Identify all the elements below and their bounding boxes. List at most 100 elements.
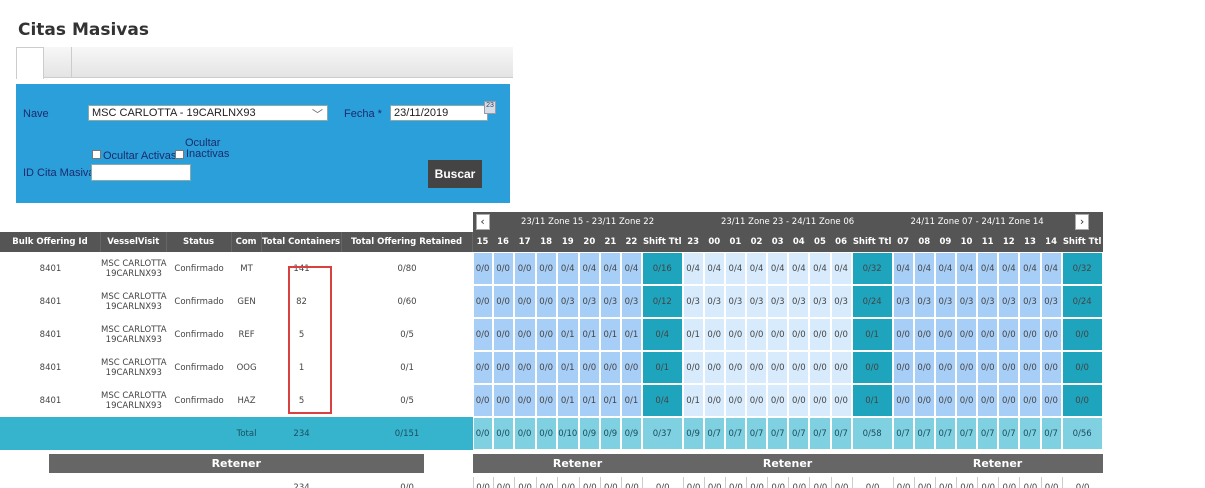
vessel-code: 19CARLNX93 bbox=[105, 334, 162, 345]
ocultar-inactivas-label-2: Inactivas bbox=[186, 148, 230, 160]
slot-cell: 0/1 bbox=[578, 318, 600, 351]
retener-button-shift2[interactable]: Retener bbox=[682, 454, 893, 473]
slot-cell: 0/3 bbox=[1019, 285, 1041, 318]
page-title: Citas Masivas bbox=[18, 20, 149, 40]
bulk-offering-id: 8401 bbox=[39, 362, 62, 373]
slot-cell: 0/0 bbox=[977, 351, 999, 384]
slot-cell: 0/3 bbox=[977, 285, 999, 318]
total-slot-cell: 0/7 bbox=[955, 417, 978, 450]
slot-cell: 0/4 bbox=[830, 252, 852, 285]
retener-button-main[interactable]: Retener bbox=[48, 454, 424, 473]
slot-cell: 0/3 bbox=[1040, 285, 1062, 318]
slot-cell: 0/0 bbox=[809, 384, 831, 417]
slot-header: 21 bbox=[599, 232, 621, 252]
slot-cell: 0/1 bbox=[556, 351, 579, 384]
total-slot-cell: 0/0 bbox=[535, 417, 557, 450]
slot-cell: 0/0 bbox=[998, 318, 1020, 351]
total-slot-cell: 0/10 bbox=[556, 417, 579, 450]
column-header: Bulk Offering Id bbox=[0, 232, 101, 252]
retener-button-shift3-cell: Retener bbox=[892, 450, 1103, 477]
slot-header: Shift Ttl bbox=[1061, 232, 1103, 252]
slot-cell: 0/0 bbox=[809, 351, 831, 384]
summary-total: 234 bbox=[293, 483, 310, 488]
slot-cell: 0/4 bbox=[955, 252, 978, 285]
slot-cell: 0/16 bbox=[641, 252, 683, 285]
id-cita-label: ID Cita Masiva bbox=[23, 167, 95, 179]
total-slot-cell: 0/7 bbox=[830, 417, 852, 450]
total-slot-cell: 0/7 bbox=[1040, 417, 1062, 450]
summary-slot-cell: 0/0 bbox=[641, 477, 683, 488]
slot-cell: 0/4 bbox=[578, 252, 600, 285]
ocultar-activas-checkbox[interactable] bbox=[92, 150, 101, 159]
slot-cell: 0/0 bbox=[1019, 318, 1041, 351]
total-slot-cell: 0/7 bbox=[913, 417, 935, 450]
page: Citas Masivas Nave MSC CARLOTTA - 19CARL… bbox=[0, 0, 1205, 488]
table-row[interactable]: 8401 MSC CARLOTTA 19CARLNX93 Confirmado HAZ 5… bbox=[0, 384, 1103, 417]
tab-secondary[interactable] bbox=[71, 47, 91, 78]
column-header: Total Containers bbox=[261, 232, 342, 252]
slot-cell: 0/3 bbox=[745, 285, 768, 318]
total-slot-cell: 0/0 bbox=[472, 417, 493, 450]
slot-header: 14 bbox=[1040, 232, 1062, 252]
slot-cell: 0/0 bbox=[767, 351, 789, 384]
table-row[interactable]: 8401 MSC CARLOTTA 19CARLNX93 Confirmado REF 5… bbox=[0, 318, 1103, 351]
slot-cell: 0/0 bbox=[830, 318, 852, 351]
slot-header: 19 bbox=[556, 232, 579, 252]
retener-button-shift3[interactable]: Retener bbox=[892, 454, 1103, 473]
slot-cell: 0/0 bbox=[724, 384, 746, 417]
fecha-input[interactable]: 23/11/2019 bbox=[390, 105, 488, 121]
chevron-left-icon[interactable]: ‹ bbox=[475, 214, 490, 230]
vessel-visit: MSC CARLOTTA 19CARLNX93 bbox=[101, 384, 167, 417]
table-row[interactable]: 8401 MSC CARLOTTA 19CARLNX93 Confirmado MT 14… bbox=[0, 252, 1103, 285]
total-slot-cell: 0/7 bbox=[745, 417, 768, 450]
summary-slot-cell: 0/0 bbox=[1040, 477, 1062, 488]
table-row[interactable]: 8401 MSC CARLOTTA 19CARLNX93 Confirmado OOG 1… bbox=[0, 351, 1103, 384]
slot-cell: 0/3 bbox=[556, 285, 579, 318]
slot-cell: 0/0 bbox=[955, 351, 978, 384]
slot-cell: 0/4 bbox=[620, 252, 642, 285]
slot-cell: 0/0 bbox=[472, 285, 493, 318]
slot-cell: 0/0 bbox=[513, 252, 536, 285]
vessel-name: MSC CARLOTTA bbox=[101, 324, 167, 335]
slot-cell: 0/0 bbox=[745, 351, 768, 384]
chevron-right-icon[interactable]: › bbox=[1075, 214, 1090, 230]
summary-slot-cell: 0/0 bbox=[767, 477, 788, 488]
slot-cell: 0/4 bbox=[641, 384, 683, 417]
slot-cell: 0/0 bbox=[934, 384, 956, 417]
id-cita-input[interactable] bbox=[91, 164, 191, 181]
calendar-icon[interactable]: 23 bbox=[484, 101, 496, 114]
total-slot-cell: 0/7 bbox=[809, 417, 831, 450]
totals-retained: 0/151 bbox=[341, 417, 473, 450]
slot-cell: 0/0 bbox=[1040, 351, 1062, 384]
table-row[interactable]: 8401 MSC CARLOTTA 19CARLNX93 Confirmado GEN 8… bbox=[0, 285, 1103, 318]
slot-header: 08 bbox=[913, 232, 935, 252]
slot-cell: 0/0 bbox=[767, 384, 789, 417]
slot-cell: 0/4 bbox=[682, 252, 704, 285]
vessel-name: MSC CARLOTTA bbox=[101, 390, 167, 401]
slot-cell: 0/4 bbox=[809, 252, 831, 285]
slot-cell: 0/4 bbox=[788, 252, 810, 285]
nave-select[interactable]: MSC CARLOTTA - 19CARLNX93 ﹀ bbox=[88, 105, 328, 121]
slot-cell: 0/4 bbox=[767, 252, 789, 285]
total-slot-cell: 0/7 bbox=[703, 417, 725, 450]
slot-cell: 0/1 bbox=[556, 384, 579, 417]
slot-cell: 0/0 bbox=[934, 351, 956, 384]
slot-cell: 0/0 bbox=[1061, 384, 1103, 417]
total-slot-cell: 0/7 bbox=[788, 417, 810, 450]
slot-cell: 0/0 bbox=[472, 384, 493, 417]
total-slot-cell: 0/9 bbox=[599, 417, 621, 450]
commodity: MT bbox=[240, 263, 253, 274]
summary-slot-cell: 0/0 bbox=[1061, 477, 1103, 488]
slot-cell: 0/0 bbox=[851, 351, 893, 384]
total-slot-cell: 0/0 bbox=[492, 417, 514, 450]
total-slot-cell: 0/7 bbox=[998, 417, 1020, 450]
summary-slot-cell: 0/0 bbox=[851, 477, 893, 488]
ocultar-inactivas-checkbox[interactable] bbox=[175, 150, 184, 159]
fecha-label: Fecha * bbox=[344, 108, 382, 120]
retener-button-shift1[interactable]: Retener bbox=[472, 454, 683, 473]
slot-cell: 0/3 bbox=[788, 285, 810, 318]
slot-cell: 0/0 bbox=[535, 285, 557, 318]
tab-active[interactable] bbox=[16, 47, 44, 79]
slot-cell: 0/4 bbox=[703, 252, 725, 285]
search-button[interactable]: Buscar bbox=[428, 160, 482, 188]
